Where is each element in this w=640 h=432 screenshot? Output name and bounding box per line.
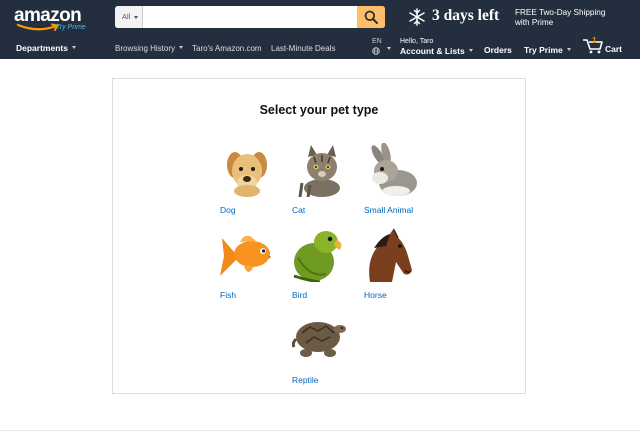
free-shipping-promo[interactable]: FREE Two-Day Shipping with Prime [515, 8, 637, 28]
chevron-down-icon [134, 16, 138, 19]
footer-divider [0, 430, 640, 431]
chevron-down-icon [387, 47, 391, 50]
last-minute-deals-link[interactable]: Last-Minute Deals [271, 44, 335, 53]
pet-option-cat[interactable]: Cat [292, 143, 362, 223]
try-prime-sublabel: Try Prime [56, 24, 86, 31]
taros-amazon-label: Taro's Amazon.com [192, 44, 262, 53]
try-prime-menu[interactable]: Try Prime [524, 45, 571, 55]
browsing-history-label: Browsing History [115, 44, 176, 53]
pet-option-dog[interactable]: Dog [220, 143, 290, 223]
page-title: Select your pet type [259, 103, 379, 117]
taros-amazon-link[interactable]: Taro's Amazon.com [192, 44, 262, 53]
account-lists-menu[interactable]: Hello, Taro Account & Lists [400, 37, 473, 57]
shipping-promo-line2: with Prime [515, 18, 554, 27]
account-lists-label: Account & Lists [400, 46, 465, 56]
cart-label: Cart [605, 44, 623, 54]
search-icon [364, 10, 378, 24]
pet-label: Reptile [292, 375, 319, 385]
cat-image [298, 145, 340, 197]
cart-button[interactable]: 1 Cart [582, 35, 632, 55]
departments-menu[interactable]: Departments [16, 43, 76, 53]
pet-option-fish[interactable]: Fish [220, 228, 290, 308]
horse-image [369, 228, 412, 282]
search-input[interactable] [143, 6, 357, 28]
dog-image [227, 152, 267, 197]
pet-type-panel: Select your pet type Dog Cat Small Anima… [112, 78, 526, 394]
search-department-label: All [122, 12, 131, 21]
search-department-select[interactable]: All [115, 6, 143, 28]
shipping-promo-line1: FREE Two-Day Shipping [515, 8, 606, 17]
pet-label: Horse [364, 290, 387, 300]
chevron-down-icon [71, 46, 76, 49]
pet-option-small-animal[interactable]: Small Animal [364, 143, 434, 223]
language-code: EN [372, 38, 382, 45]
chevron-down-icon [179, 46, 184, 49]
pet-label: Cat [292, 205, 306, 215]
pet-label: Small Animal [364, 205, 414, 215]
pet-option-horse[interactable]: Horse [364, 228, 434, 308]
pet-option-reptile[interactable]: Reptile [292, 313, 362, 393]
orders-link[interactable]: Orders [484, 45, 512, 55]
search-button[interactable] [357, 6, 385, 28]
promo-countdown-text: 3 days left [432, 7, 500, 24]
orders-label: Orders [484, 45, 512, 55]
last-minute-deals-label: Last-Minute Deals [271, 44, 336, 53]
amazon-logo[interactable]: amazon Try Prime [14, 6, 94, 34]
prime-countdown-promo[interactable]: 3 days left [408, 7, 508, 27]
pet-label: Bird [292, 290, 308, 300]
snowflake-icon [409, 8, 425, 26]
browsing-history-link[interactable]: Browsing History [115, 44, 184, 53]
pet-option-bird[interactable]: Bird [292, 228, 362, 308]
globe-icon [372, 47, 380, 55]
account-greeting: Hello, Taro [400, 38, 434, 45]
search-bar: All [115, 6, 385, 28]
departments-label: Departments [16, 43, 68, 53]
parrot-image [293, 231, 342, 282]
top-nav-bar: amazon Try Prime All 3 days left FREE Tw… [0, 0, 640, 59]
pet-label: Dog [220, 205, 236, 215]
rabbit-image [371, 143, 417, 196]
chevron-down-icon [468, 49, 473, 52]
cart-count: 1 [592, 35, 597, 45]
try-prime-label: Try Prime [524, 45, 563, 55]
goldfish-image [220, 235, 271, 276]
turtle-image [292, 322, 346, 357]
pet-label: Fish [220, 290, 237, 300]
chevron-down-icon [566, 48, 571, 51]
